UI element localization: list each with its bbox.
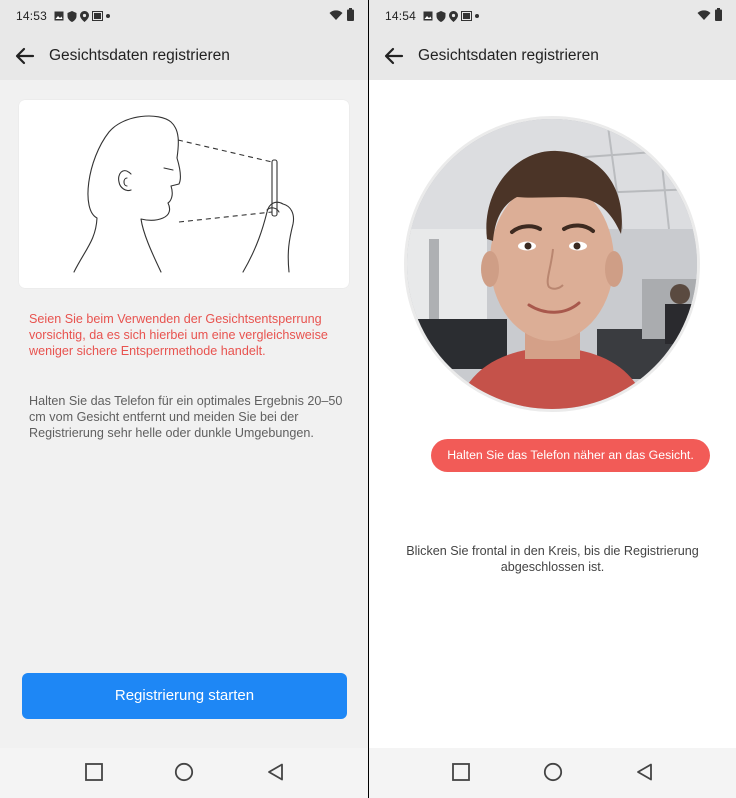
triangle-back-icon[interactable] (266, 762, 286, 782)
status-time: 14:54 (385, 9, 417, 23)
instruction-text: Blicken Sie frontal in den Kreis, bis di… (369, 543, 736, 575)
status-bar: 14:53 (0, 0, 368, 32)
right-screen: 14:54 Gesichtsdaten registrieren Halten … (369, 0, 736, 798)
security-warning: Seien Sie beim Verwenden der Gesichtsent… (29, 312, 328, 358)
hint-banner: Halten Sie das Telefon näher an das Gesi… (431, 439, 710, 472)
instruction-text-content: Blicken Sie frontal in den Kreis, bis di… (406, 544, 699, 574)
battery-icon (347, 8, 354, 21)
square-icon[interactable] (451, 762, 471, 782)
notification-icons (423, 9, 479, 23)
app-bar: Gesichtsdaten registrieren (0, 32, 368, 80)
circle-icon[interactable] (543, 762, 563, 782)
wifi-icon (697, 9, 711, 20)
navigation-bar (0, 748, 368, 798)
triangle-back-icon[interactable] (635, 762, 655, 782)
app-bar: Gesichtsdaten registrieren (369, 32, 736, 80)
wifi-icon (329, 9, 343, 20)
notification-icons (54, 9, 110, 23)
arrow-left-icon[interactable] (13, 44, 37, 68)
start-registration-button[interactable]: Registrierung starten (22, 673, 347, 719)
distance-info: Halten Sie das Telefon für ein optimales… (29, 394, 343, 440)
battery-icon (715, 8, 722, 21)
face-camera-image (407, 119, 697, 409)
status-right (697, 8, 722, 21)
page-title: Gesichtsdaten registrieren (418, 47, 599, 64)
left-screen: 14:53 Gesichtsdaten registrieren Seien S… (0, 0, 368, 798)
circle-icon[interactable] (174, 762, 194, 782)
face-position-illustration (19, 100, 349, 288)
camera-preview (404, 116, 700, 412)
page-title: Gesichtsdaten registrieren (49, 47, 230, 64)
navigation-bar (369, 748, 736, 798)
arrow-left-icon[interactable] (382, 44, 406, 68)
status-right (329, 8, 354, 21)
status-bar: 14:54 (369, 0, 736, 32)
square-icon[interactable] (84, 762, 104, 782)
status-time: 14:53 (16, 9, 48, 23)
